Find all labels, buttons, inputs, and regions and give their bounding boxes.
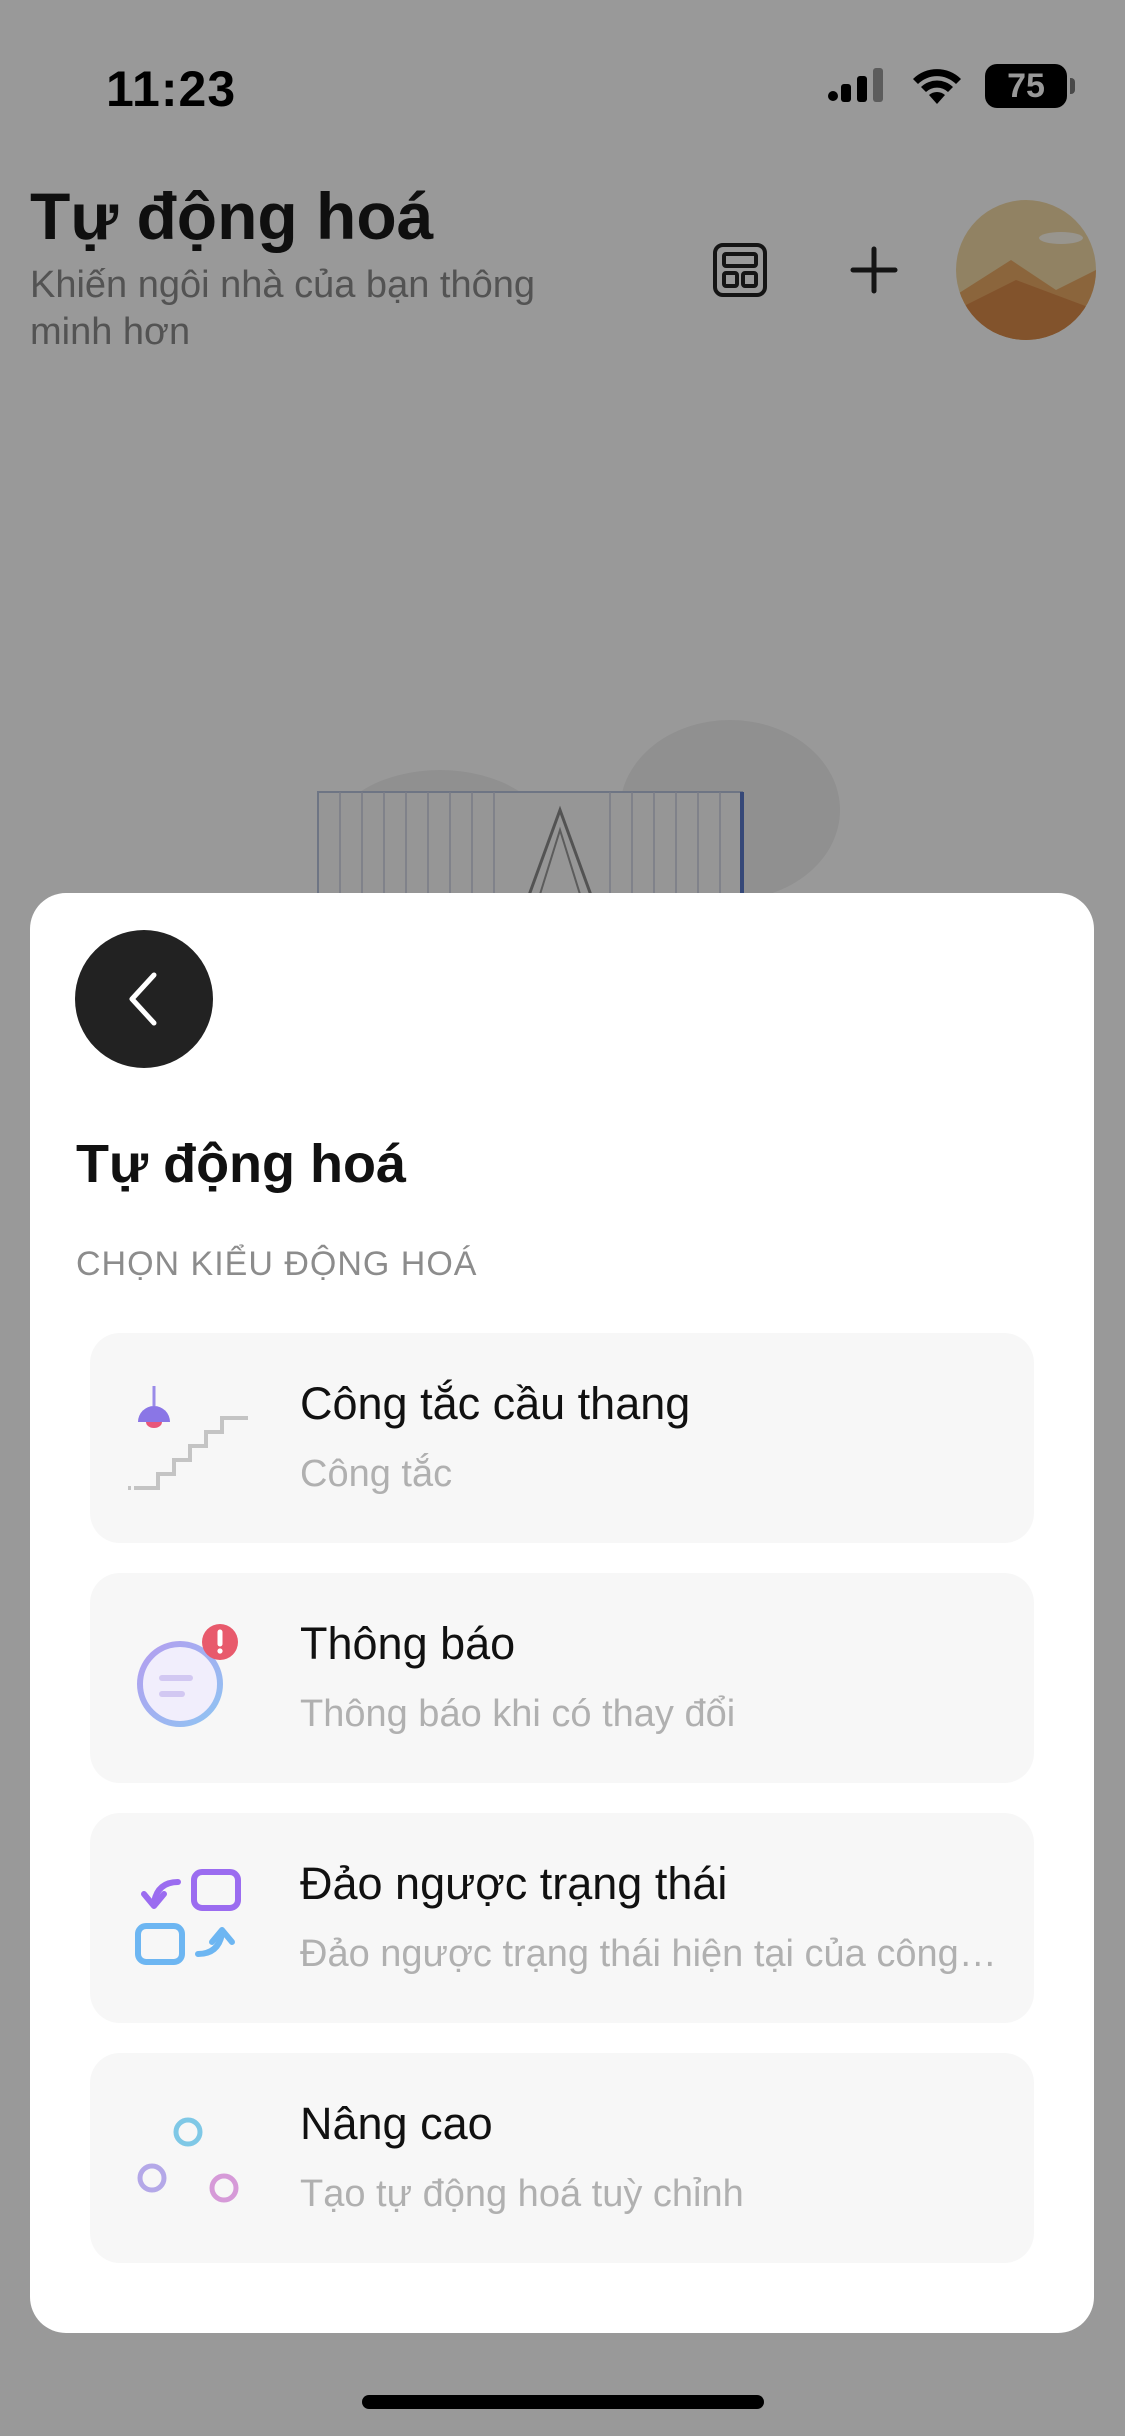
option-advanced[interactable]: Nâng cao Tạo tự động hoá tuỳ chỉnh [90, 2053, 1034, 2263]
back-button[interactable] [75, 930, 213, 1068]
home-indicator[interactable] [362, 2395, 764, 2409]
option-title: Thông báo [300, 1618, 516, 1669]
sheet-title: Tự động hoá [76, 1134, 407, 1194]
swap-state-icon [135, 1869, 241, 1965]
option-notification[interactable]: Thông báo Thông báo khi có thay đổi [90, 1573, 1034, 1783]
option-title: Nâng cao [300, 2098, 493, 2149]
option-description: Đảo ngược trạng thái hiện tại của công t… [300, 1933, 1000, 1975]
staircase-lamp-icon [128, 1386, 248, 1490]
sliders-icon [137, 2103, 239, 2213]
option-title: Công tắc cầu thang [300, 1378, 691, 1429]
option-description: Thông báo khi có thay đổi [300, 1693, 736, 1735]
app-screen: 11:23 75 Tự động hoá Khiến ngôi nhà của … [0, 0, 1125, 2436]
chevron-left-icon [129, 972, 157, 1026]
option-staircase-switch[interactable]: Công tắc cầu thang Công tắc [90, 1333, 1034, 1543]
option-description: Công tắc [300, 1453, 453, 1495]
option-description: Tạo tự động hoá tuỳ chỉnh [300, 2173, 744, 2215]
option-reverse-state[interactable]: Đảo ngược trạng thái Đảo ngược trạng thá… [90, 1813, 1034, 2023]
automation-type-sheet: Tự động hoá CHỌN KIỂU ĐỘNG HOÁ Công tắc … [30, 893, 1094, 2333]
option-title: Đảo ngược trạng thái [300, 1858, 728, 1909]
section-label: CHỌN KIỂU ĐỘNG HOÁ [76, 1245, 478, 1283]
notification-icon [137, 1624, 238, 1727]
